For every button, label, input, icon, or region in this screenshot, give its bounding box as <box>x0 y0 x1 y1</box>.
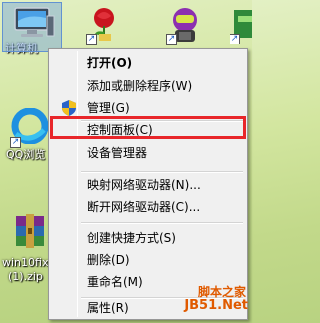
menu-item-create-shortcut[interactable]: 创建快捷方式(S) <box>51 227 245 249</box>
computer-icon <box>11 6 55 40</box>
menu-separator <box>81 222 243 224</box>
menu-item-label: 设备管理器 <box>87 146 148 160</box>
watermark-url: JB51.Net <box>184 298 248 313</box>
context-menu: 打开(O) 添加或删除程序(W) 管理(G) 控制面板(C) 设备管理器 映射网… <box>48 48 248 320</box>
menu-item-add-remove-programs[interactable]: 添加或删除程序(W) <box>51 75 245 97</box>
menu-item-map-network-drive[interactable]: 映射网络驱动器(N)... <box>51 174 245 196</box>
desktop-icon-robot[interactable]: ↗ <box>160 6 210 45</box>
menu-item-label: 断开网络驱动器(C)... <box>87 200 201 214</box>
menu-item-label: 重命名(M) <box>87 275 143 289</box>
annotation-highlight-box <box>50 116 246 139</box>
menu-item-label: 映射网络驱动器(N)... <box>87 178 201 192</box>
menu-item-disconnect-network-drive[interactable]: 断开网络驱动器(C)... <box>51 196 245 218</box>
desktop-icon-winrar-archive[interactable]: win10fix (1).zip <box>2 212 52 284</box>
shortcut-arrow-icon: ↗ <box>86 34 97 45</box>
menu-item-delete[interactable]: 删除(D) <box>51 249 245 271</box>
menu-item-label: 创建快捷方式(S) <box>87 231 176 245</box>
menu-item-open[interactable]: 打开(O) <box>51 52 245 74</box>
desktop-icon-app[interactable]: ↗ <box>230 6 252 44</box>
shortcut-arrow-icon: ↗ <box>166 34 177 45</box>
app-shortcut-icon: ↗ <box>230 6 252 44</box>
desktop-icon-label-line2: (1).zip <box>8 270 43 283</box>
qq-browser-icon: ↗ <box>10 107 50 148</box>
menu-item-label: 属性(R) <box>87 301 129 315</box>
robot-shortcut-icon: ↗ <box>166 6 203 45</box>
menu-item-label: 管理(G) <box>87 101 130 115</box>
menu-separator <box>81 171 243 173</box>
uac-shield-icon <box>62 100 76 116</box>
shortcut-arrow-icon: ↗ <box>230 34 240 44</box>
shortcut-arrow-icon: ↗ <box>10 137 21 148</box>
rose-shortcut-icon: ↗ <box>86 6 121 45</box>
desktop-icon-label: QQ浏览 <box>6 148 46 161</box>
winrar-archive-icon <box>12 212 52 252</box>
desktop-icon-label: win10fix <box>2 256 49 269</box>
menu-item-label: 删除(D) <box>87 253 130 267</box>
desktop-icon-qq-browser[interactable]: ↗ QQ浏览 <box>2 107 52 162</box>
menu-item-label: 添加或删除程序(W) <box>87 79 193 93</box>
desktop-icon-rose[interactable]: ↗ <box>80 6 128 45</box>
menu-item-device-manager[interactable]: 设备管理器 <box>51 142 245 164</box>
menu-item-label: 打开(O) <box>87 56 133 70</box>
